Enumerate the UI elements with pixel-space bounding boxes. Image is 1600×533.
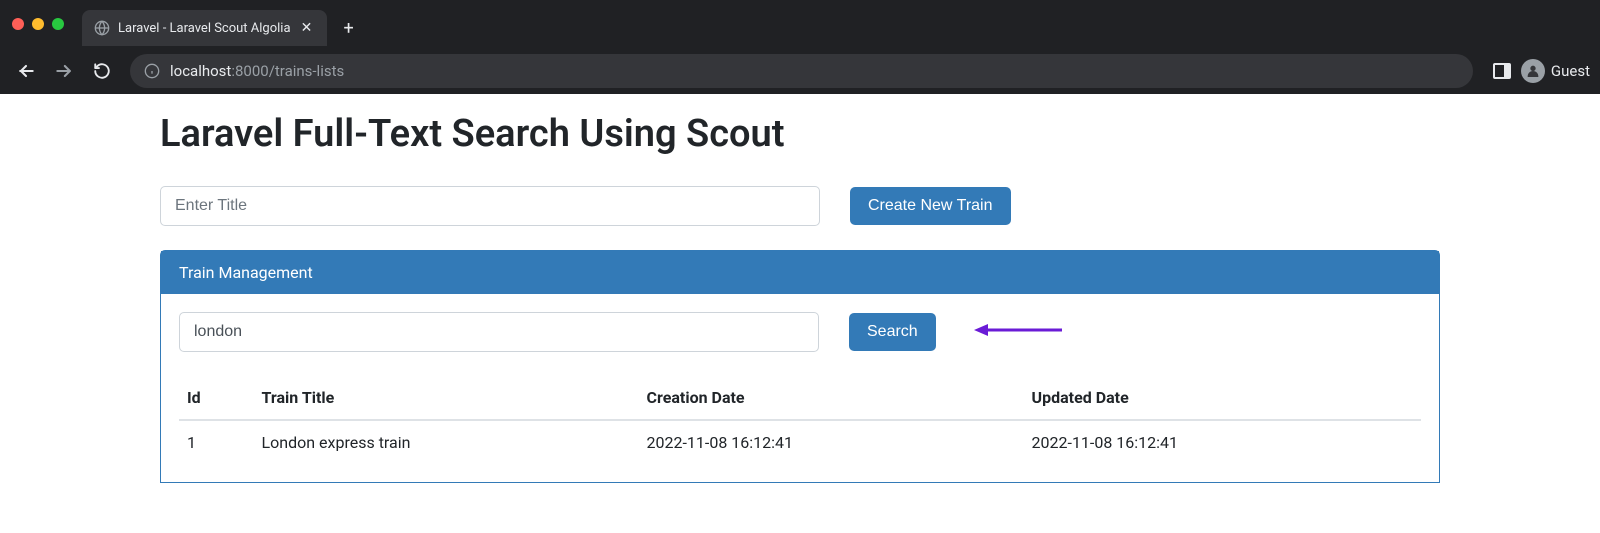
back-button[interactable] [10,55,42,87]
new-tab-button[interactable]: + [335,14,363,42]
forward-button[interactable] [48,55,80,87]
page-content: Laravel Full-Text Search Using Scout Cre… [0,94,1600,483]
browser-chrome: Laravel - Laravel Scout Algolia ✕ + loca… [0,0,1600,94]
panel-body: Search Id Train Title Creation Date Upda… [161,294,1439,482]
panel-header: Train Management [161,251,1439,294]
col-updated: Updated Date [1024,376,1421,420]
profile-label: Guest [1551,62,1590,80]
toolbar-right: Guest [1493,59,1590,83]
col-title: Train Title [254,376,639,420]
title-input[interactable] [160,186,820,226]
window-maximize-button[interactable] [52,18,64,30]
window-minimize-button[interactable] [32,18,44,30]
search-input[interactable] [179,312,819,352]
train-management-panel: Train Management Search Id Train Title [160,250,1440,483]
tab-title: Laravel - Laravel Scout Algolia [118,21,291,36]
cell-updated: 2022-11-08 16:12:41 [1024,420,1421,464]
page-title: Laravel Full-Text Search Using Scout [160,112,1440,156]
trains-table: Id Train Title Creation Date Updated Dat… [179,376,1421,464]
table-row: 1 London express train 2022-11-08 16:12:… [179,420,1421,464]
side-panel-icon[interactable] [1493,63,1511,79]
search-button[interactable]: Search [849,313,936,351]
profile-button[interactable]: Guest [1521,59,1590,83]
url-text: localhost:8000/trains-lists [170,62,344,80]
window-close-button[interactable] [12,18,24,30]
close-icon[interactable]: ✕ [299,20,315,36]
site-info-icon[interactable] [144,63,160,79]
top-controls: Create New Train [160,186,1440,226]
col-created: Creation Date [639,376,1024,420]
browser-tab[interactable]: Laravel - Laravel Scout Algolia ✕ [82,10,327,46]
avatar-icon [1521,59,1545,83]
cell-created: 2022-11-08 16:12:41 [639,420,1024,464]
browser-toolbar: localhost:8000/trains-lists Guest [0,48,1600,94]
traffic-lights [12,18,64,30]
address-bar[interactable]: localhost:8000/trains-lists [130,54,1473,88]
cell-title: London express train [254,420,639,464]
create-new-train-button[interactable]: Create New Train [850,187,1011,225]
cell-id: 1 [179,420,254,464]
arrow-annotation-icon [974,321,1064,343]
search-row: Search [179,312,1421,352]
col-id: Id [179,376,254,420]
tab-strip: Laravel - Laravel Scout Algolia ✕ + [0,0,1600,48]
reload-button[interactable] [86,55,118,87]
globe-icon [94,20,110,36]
